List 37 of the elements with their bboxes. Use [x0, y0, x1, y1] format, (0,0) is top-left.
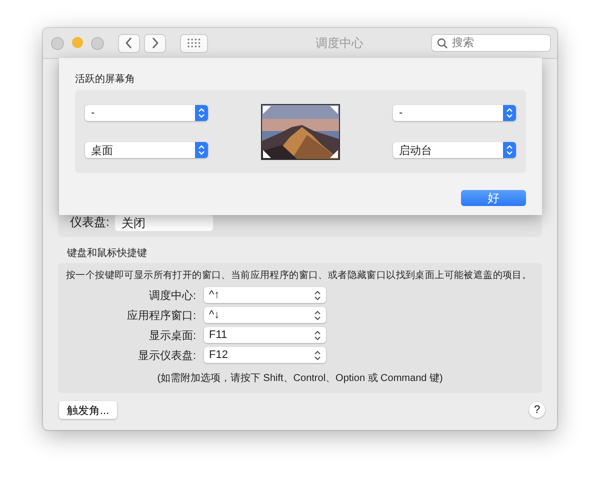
stepper-icon [314, 290, 321, 300]
field-label: 显示桌面: [148, 328, 197, 342]
grid-icon [187, 38, 201, 48]
help-button[interactable]: ? [529, 402, 545, 418]
corner-dropdown[interactable]: 启动台 [393, 142, 516, 158]
window-title: 调度中心 [314, 34, 364, 52]
corner-dropdown[interactable]: 桌面 [85, 142, 208, 158]
forward-icon [151, 37, 159, 49]
dropdown[interactable]: 关闭 [115, 214, 214, 230]
search-field[interactable]: 搜索 [431, 34, 551, 52]
hint-text: (如需附加选项，请按下 Shift、Control、Option 或 Command 键) [156, 372, 444, 385]
stepper-icon [314, 330, 321, 340]
corner-dropdown[interactable]: - [85, 105, 208, 121]
field-label: 显示仪表盘: [136, 348, 197, 362]
back-button[interactable] [118, 34, 140, 52]
section-title: 活跃的屏幕角 [75, 72, 136, 86]
stepper-icon [314, 310, 321, 320]
forward-button[interactable] [144, 34, 166, 52]
shortcut-dropdown[interactable]: ^↑ [204, 287, 326, 303]
field-label: 仪表盘: [70, 214, 110, 231]
back-icon [125, 37, 133, 49]
show-all-button[interactable] [180, 34, 208, 52]
shortcut-dropdown[interactable]: ^↓ [204, 307, 326, 323]
search-icon [437, 38, 448, 49]
hot-corners-button[interactable]: 触发角... [59, 401, 118, 419]
section-title: 键盘和鼠标快捷键 [67, 246, 148, 260]
stepper-icon [506, 145, 513, 155]
corner-dropdown[interactable]: - [393, 105, 516, 121]
stepper-icon [314, 350, 321, 360]
field-label: 调度中心: [148, 288, 197, 302]
shortcut-dropdown[interactable]: F11 [204, 327, 326, 343]
field-label: 应用程序窗口: [126, 308, 197, 322]
stepper-icon [506, 108, 513, 118]
description-text: 按一个按键即可显示所有打开的窗口、当前应用程序的窗口、或者隐藏窗口以找到桌面上可能被遮盖的项目。 [66, 269, 533, 282]
shortcut-dropdown[interactable]: F12 [204, 347, 326, 363]
stepper-icon [198, 145, 205, 155]
stepper-icon [198, 108, 205, 118]
